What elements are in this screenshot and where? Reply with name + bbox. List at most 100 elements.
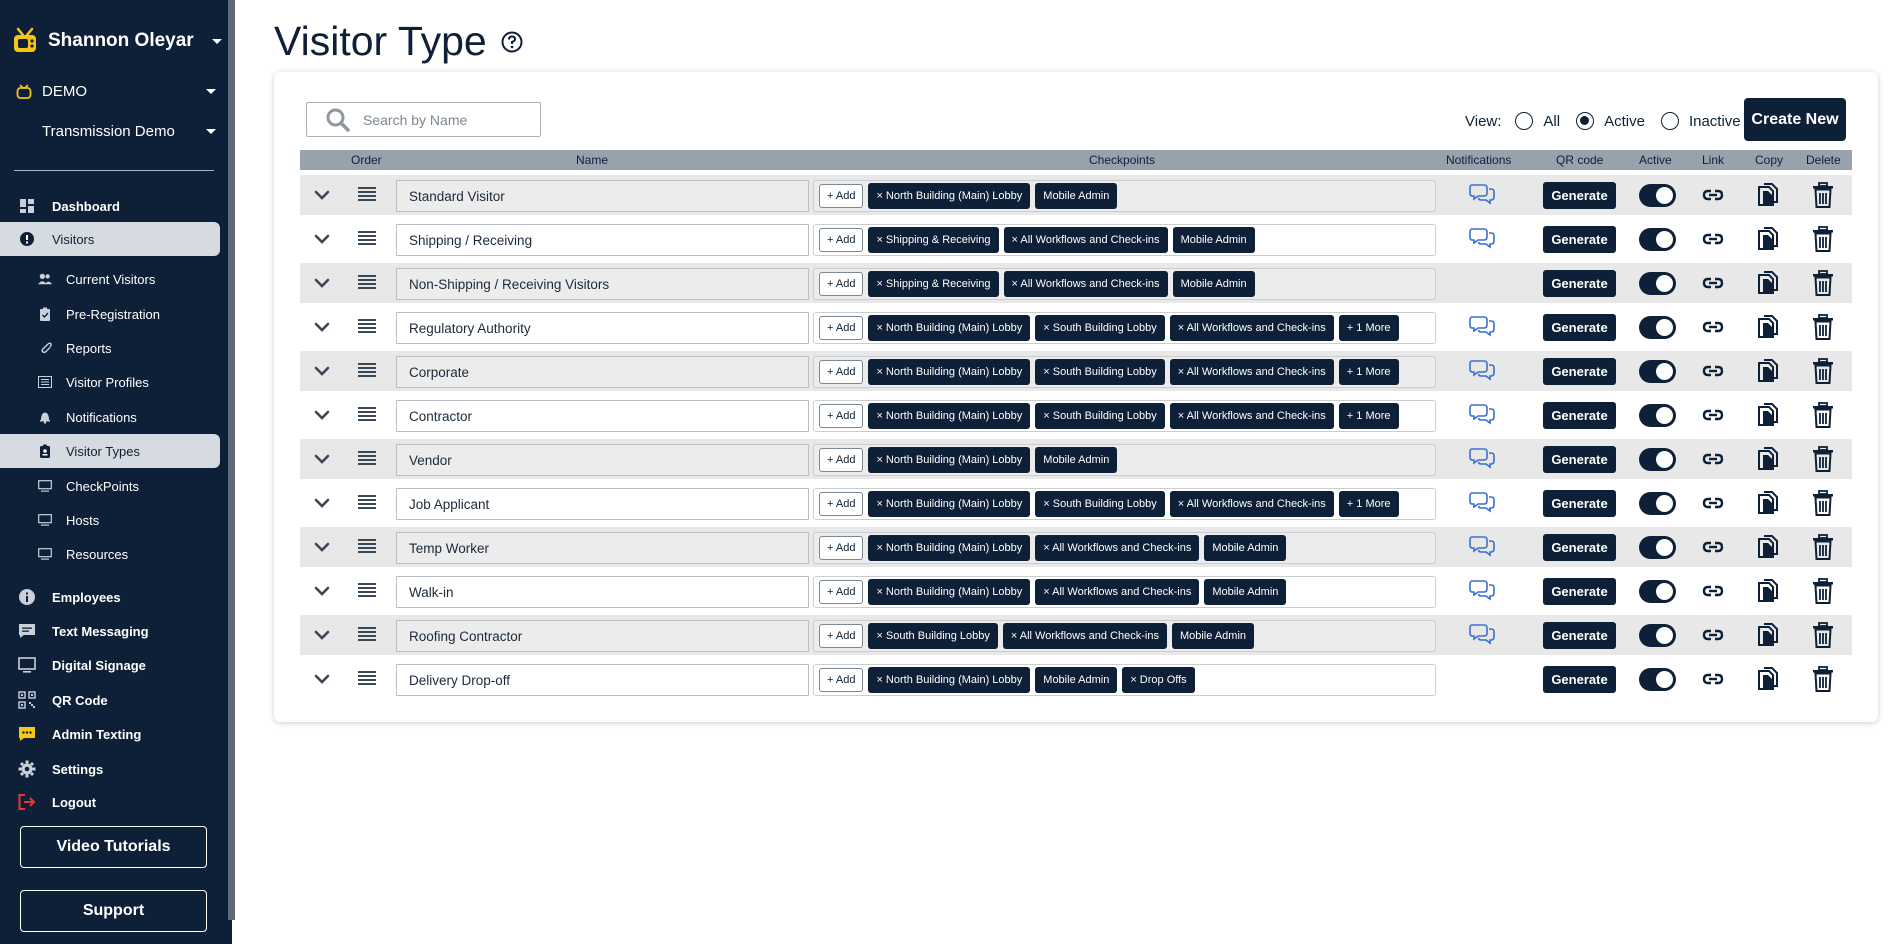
sidebar-item-employees[interactable]: Employees	[18, 581, 224, 613]
copy-icon[interactable]	[1757, 271, 1779, 295]
active-toggle[interactable]	[1639, 580, 1676, 603]
checkpoint-chip[interactable]: × North Building (Main) Lobby	[868, 359, 1031, 385]
add-checkpoint-button[interactable]: + Add	[819, 624, 864, 648]
copy-icon[interactable]	[1757, 447, 1779, 471]
drag-handle-icon[interactable]	[358, 362, 376, 378]
active-toggle[interactable]	[1639, 448, 1676, 471]
checkpoints-field[interactable]: + Add × North Building (Main) Lobby × Sout…	[813, 400, 1436, 432]
chevron-down-icon[interactable]	[314, 671, 330, 687]
sidebar-item-visitor-types[interactable]: Visitor Types	[38, 435, 220, 467]
visitor-type-name-field[interactable]: Walk-in	[396, 576, 809, 608]
copy-icon[interactable]	[1757, 183, 1779, 207]
drag-handle-icon[interactable]	[358, 494, 376, 510]
sidebar-item-resources[interactable]: Resources	[38, 538, 220, 570]
checkpoint-chip[interactable]: × South Building Lobby	[1035, 359, 1165, 385]
add-checkpoint-button[interactable]: + Add	[819, 360, 864, 384]
active-toggle[interactable]	[1639, 272, 1676, 295]
notifications-icon[interactable]	[1469, 314, 1495, 338]
copy-icon[interactable]	[1757, 491, 1779, 515]
add-checkpoint-button[interactable]: + Add	[819, 448, 864, 472]
chevron-down-icon[interactable]	[314, 539, 330, 555]
link-icon[interactable]	[1702, 625, 1724, 645]
delete-icon[interactable]	[1812, 358, 1834, 384]
checkpoint-chip[interactable]: × All Workflows and Check-ins	[1003, 227, 1168, 253]
checkpoint-chip[interactable]: × All Workflows and Check-ins	[1003, 271, 1168, 297]
add-checkpoint-button[interactable]: + Add	[819, 184, 864, 208]
visitor-type-name-field[interactable]: Contractor	[396, 400, 809, 432]
checkpoint-chip[interactable]: × All Workflows and Check-ins	[1002, 623, 1167, 649]
checkpoints-field[interactable]: + Add × Shipping & Receiving × All Workflo…	[813, 268, 1436, 300]
checkpoints-field[interactable]: + Add × North Building (Main) Lobby × All …	[813, 576, 1436, 608]
visitor-type-name-field[interactable]: Regulatory Authority	[396, 312, 809, 344]
drag-handle-icon[interactable]	[358, 538, 376, 554]
chevron-down-icon[interactable]	[314, 187, 330, 203]
add-checkpoint-button[interactable]: + Add	[819, 404, 864, 428]
chevron-down-icon[interactable]	[314, 627, 330, 643]
copy-icon[interactable]	[1757, 227, 1779, 251]
checkpoint-chip[interactable]: Mobile Admin	[1204, 535, 1287, 561]
checkpoint-chip[interactable]: × North Building (Main) Lobby	[868, 535, 1031, 561]
checkpoint-chip[interactable]: × North Building (Main) Lobby	[868, 579, 1031, 605]
copy-icon[interactable]	[1757, 359, 1779, 383]
chevron-down-icon[interactable]	[314, 363, 330, 379]
link-icon[interactable]	[1702, 493, 1724, 513]
generate-qr-button[interactable]: Generate	[1543, 666, 1616, 693]
generate-qr-button[interactable]: Generate	[1543, 358, 1616, 385]
copy-icon[interactable]	[1757, 623, 1779, 647]
generate-qr-button[interactable]: Generate	[1543, 314, 1616, 341]
sidebar-item-hosts[interactable]: Hosts	[38, 504, 220, 536]
checkpoints-field[interactable]: + Add × North Building (Main) Lobby Mobile…	[813, 444, 1436, 476]
delete-icon[interactable]	[1812, 490, 1834, 516]
copy-icon[interactable]	[1757, 535, 1779, 559]
visitor-type-name-field[interactable]: Roofing Contractor	[396, 620, 809, 652]
chevron-down-icon[interactable]	[314, 275, 330, 291]
visitor-type-name-field[interactable]: Job Applicant	[396, 488, 809, 520]
drag-handle-icon[interactable]	[358, 670, 376, 686]
notifications-icon[interactable]	[1469, 622, 1495, 646]
sidebar-item-visitor-profiles[interactable]: Visitor Profiles	[38, 366, 220, 398]
checkpoint-chip[interactable]: × Shipping & Receiving	[868, 271, 999, 297]
sidebar-item-digital-signage[interactable]: Digital Signage	[18, 649, 224, 681]
visitor-type-name-field[interactable]: Corporate	[396, 356, 809, 388]
link-icon[interactable]	[1702, 317, 1724, 337]
drag-handle-icon[interactable]	[358, 274, 376, 290]
visitor-type-name-field[interactable]: Delivery Drop-off	[396, 664, 809, 696]
link-icon[interactable]	[1702, 361, 1724, 381]
active-toggle[interactable]	[1639, 184, 1676, 207]
chevron-down-icon[interactable]	[206, 128, 216, 134]
chevron-down-icon[interactable]	[314, 231, 330, 247]
checkpoints-field[interactable]: + Add × North Building (Main) Lobby × Sout…	[813, 312, 1436, 344]
checkpoint-chip[interactable]: Mobile Admin	[1204, 579, 1287, 605]
site-selector[interactable]: Transmission Demo	[42, 120, 216, 142]
drag-handle-icon[interactable]	[358, 626, 376, 642]
checkpoints-field[interactable]: + Add × North Building (Main) Lobby Mobile…	[813, 180, 1436, 212]
notifications-icon[interactable]	[1469, 226, 1495, 250]
add-checkpoint-button[interactable]: + Add	[819, 668, 864, 692]
sidebar-item-admin-texting[interactable]: Admin Texting	[18, 718, 224, 750]
visitor-type-name-field[interactable]: Shipping / Receiving	[396, 224, 809, 256]
delete-icon[interactable]	[1812, 402, 1834, 428]
sidebar-item-logout[interactable]: Logout	[18, 786, 224, 818]
sidebar-item-qr-code[interactable]: QR Code	[18, 684, 224, 716]
view-inactive-radio[interactable]	[1660, 112, 1679, 130]
sidebar-scrollbar[interactable]	[228, 0, 235, 920]
generate-qr-button[interactable]: Generate	[1543, 226, 1616, 253]
video-tutorials-button[interactable]: Video Tutorials	[20, 826, 207, 868]
delete-icon[interactable]	[1812, 226, 1834, 252]
user-menu[interactable]: Shannon Oleyar	[12, 24, 222, 58]
visitor-type-name-field[interactable]: Vendor	[396, 444, 809, 476]
link-icon[interactable]	[1702, 405, 1724, 425]
checkpoints-field[interactable]: + Add × North Building (Main) Lobby × All …	[813, 532, 1436, 564]
copy-icon[interactable]	[1757, 667, 1779, 691]
checkpoints-field[interactable]: + Add × North Building (Main) Lobby × Sout…	[813, 488, 1436, 520]
checkpoint-chip[interactable]: × Drop Offs	[1122, 667, 1195, 693]
view-all-label[interactable]: All	[1543, 113, 1560, 130]
chevron-down-icon[interactable]	[212, 38, 222, 44]
generate-qr-button[interactable]: Generate	[1543, 490, 1616, 517]
visitor-type-name-field[interactable]: Temp Worker	[396, 532, 809, 564]
sidebar-item-reports[interactable]: Reports	[38, 332, 220, 364]
sidebar-item-dashboard[interactable]: Dashboard	[18, 190, 224, 222]
checkpoint-chip[interactable]: × North Building (Main) Lobby	[868, 403, 1031, 429]
delete-icon[interactable]	[1812, 622, 1834, 648]
view-inactive-label[interactable]: Inactive	[1689, 113, 1741, 130]
